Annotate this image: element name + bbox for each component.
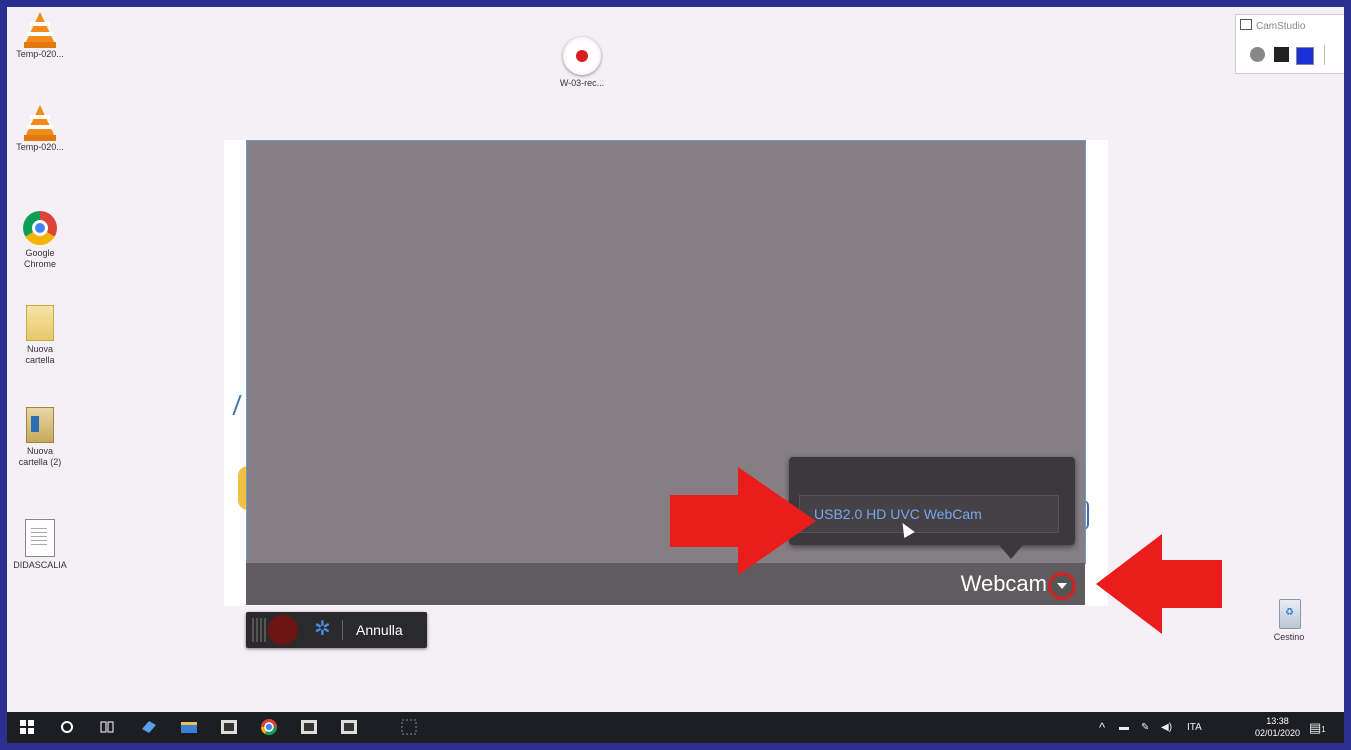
desktop-icon-folder-1[interactable]: Nuova cartella <box>7 305 77 366</box>
desktop-icon-vlc-2[interactable]: Temp-020... <box>7 105 77 153</box>
camstudio-window[interactable]: CamStudio <box>1235 14 1344 74</box>
tray-chevron-icon[interactable]: ^ <box>1099 712 1105 743</box>
volume-icon[interactable]: ◀) <box>1161 712 1172 743</box>
separator <box>1324 45 1325 65</box>
notification-center-icon[interactable]: ▤1 <box>1309 712 1326 743</box>
folder-icon <box>26 407 54 443</box>
chrome-icon <box>260 719 278 736</box>
taskbar-file-explorer[interactable] <box>171 712 207 743</box>
desktop-icon-label: Nuova cartella (2) <box>18 446 62 467</box>
webcam-device-menu: USB2.0 HD UVC WebCam <box>789 457 1075 559</box>
arrow-right-icon <box>670 467 816 575</box>
language-indicator[interactable]: ITA <box>1187 712 1202 743</box>
desktop-icon-chrome[interactable]: Google Chrome <box>7 211 77 270</box>
taskbar-app-4[interactable] <box>331 712 367 743</box>
vlc-icon <box>24 105 56 141</box>
taskbar-app-1[interactable] <box>131 712 167 743</box>
desktop-icon-recording[interactable]: W-03-rec... <box>545 37 619 89</box>
desktop-icon-document[interactable]: DIDASCALIA <box>7 519 77 571</box>
desktop-icon-label: DIDASCALIA <box>13 560 67 570</box>
document-icon <box>25 519 55 557</box>
app-icon <box>142 721 156 733</box>
network-icon[interactable]: ▬ <box>1119 712 1129 743</box>
record-icon <box>563 37 601 75</box>
pen-icon[interactable]: ✎ <box>1141 712 1149 743</box>
recording-control-bar: ✲ Annulla <box>246 612 427 648</box>
app-icon <box>341 720 357 734</box>
desktop-icon-label: Cestino <box>1273 632 1305 642</box>
start-button[interactable] <box>9 712 45 743</box>
task-view-button[interactable] <box>89 712 125 743</box>
desktop-icon-label: Temp-020... <box>16 49 64 59</box>
camstudio-title: CamStudio <box>1240 19 1305 32</box>
gear-icon[interactable]: ✲ <box>314 619 331 639</box>
arrow-left-icon <box>1096 534 1222 634</box>
taskbar-app-3[interactable] <box>291 712 327 743</box>
webcam-device-option[interactable]: USB2.0 HD UVC WebCam <box>799 495 1059 533</box>
taskbar: ^ ▬ ✎ ◀) ITA 13:38 02/01/2020 ▤1 <box>7 712 1344 743</box>
taskbar-clock[interactable]: 13:38 02/01/2020 <box>1255 715 1300 739</box>
cancel-button[interactable]: Annulla <box>356 622 403 638</box>
window-icon <box>1240 19 1252 30</box>
taskbar-app-5[interactable] <box>391 712 427 743</box>
taskbar-app-2[interactable] <box>211 712 247 743</box>
app-icon <box>301 720 317 734</box>
record-button[interactable] <box>268 615 298 645</box>
desktop-icon-folder-2[interactable]: Nuova cartella (2) <box>7 407 77 468</box>
notification-badge: ▤ <box>1309 720 1322 735</box>
recycle-bin-icon: ♻ <box>1275 595 1303 629</box>
webcam-dropdown-button[interactable] <box>1048 572 1076 600</box>
app-icon <box>401 719 417 735</box>
clock-time: 13:38 <box>1266 716 1289 726</box>
desktop-icon-label: Nuova cartella <box>25 344 55 365</box>
vlc-icon <box>24 12 56 48</box>
drag-handle-icon[interactable] <box>252 618 266 642</box>
desktop-icon-label: Temp-020... <box>16 142 64 152</box>
folder-icon <box>181 722 197 733</box>
separator <box>342 620 343 640</box>
stop-button[interactable] <box>1296 47 1314 65</box>
taskbar-chrome[interactable] <box>251 712 287 743</box>
desktop-icon-label: W-03-rec... <box>559 78 605 88</box>
windows-icon <box>20 720 34 734</box>
chrome-icon <box>23 211 57 245</box>
webcam-bar: Webcam <box>246 563 1085 605</box>
search-button[interactable] <box>49 712 85 743</box>
desktop-icon-vlc-1[interactable]: Temp-020... <box>7 12 77 60</box>
folder-icon <box>26 305 54 341</box>
webcam-label: Webcam <box>960 571 1047 596</box>
search-icon <box>61 721 73 733</box>
task-view-icon <box>100 721 114 733</box>
desktop-icon-label: Google Chrome <box>23 248 56 269</box>
camstudio-title-text: CamStudio <box>1256 21 1306 32</box>
app-icon <box>221 720 237 734</box>
pause-button[interactable] <box>1274 47 1289 62</box>
desktop-icon-recycle-bin[interactable]: ♻ Cestino <box>1252 595 1326 643</box>
notification-count: 1 <box>1321 725 1326 734</box>
record-button[interactable] <box>1250 47 1265 62</box>
clock-date: 02/01/2020 <box>1254 728 1300 738</box>
